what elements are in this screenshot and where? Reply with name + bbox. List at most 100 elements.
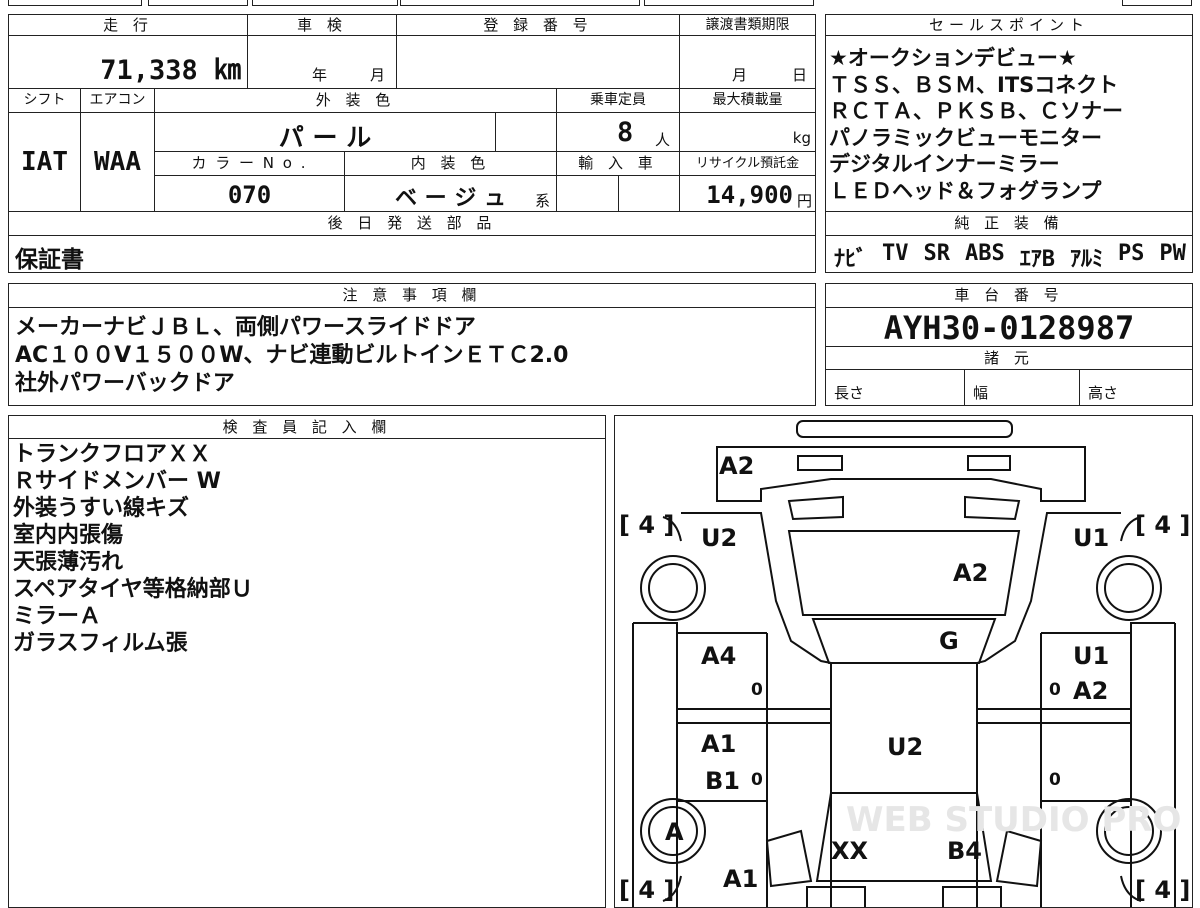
rear-light-left	[797, 455, 843, 471]
damage-left-front-door-1: A1	[701, 730, 736, 758]
load-unit: kg	[792, 129, 811, 147]
damage-hood-right: B4	[947, 837, 982, 865]
damage-rear-right: U1	[1073, 524, 1109, 552]
inspector-note-line: スペアタイヤ等格納部Ｕ	[13, 577, 253, 602]
inspection-year-unit: 年	[312, 66, 328, 84]
inspector-note-line: 室内内張傷	[13, 523, 124, 548]
transfer-day-unit: 日	[792, 66, 808, 84]
inspector-note-line: ガラスフィルム張	[13, 631, 188, 656]
color-no-value: 070	[227, 181, 272, 209]
right-side-outline	[1130, 622, 1176, 907]
interior-color-value: ベ ー ジ ュ	[395, 186, 506, 211]
wheel-rear-left-inner	[648, 563, 698, 613]
inspector-note-line: トランクフロアＸＸ	[13, 442, 212, 467]
spec-width-cell: 幅	[964, 369, 1080, 406]
recycle-fee-unit: 円	[796, 192, 812, 210]
damage-left-rear-door: A4	[701, 642, 736, 670]
exterior-color-value: パ ー ル	[278, 123, 372, 152]
wheel-rear-right-inner	[1104, 563, 1154, 613]
inspector-label: 検 査 員 記 入 欄	[8, 415, 606, 439]
import-label: 輸 入 車	[556, 151, 680, 176]
mileage-value: 71,338 ㎞	[100, 55, 241, 86]
registration-label: 登 録 番 号	[396, 14, 680, 36]
damage-right-rear-door-2: A2	[1073, 677, 1108, 705]
front-lamp-left	[806, 886, 866, 907]
chassis-value-cell: AYH30-0128987	[825, 307, 1193, 347]
spec-width-label: 幅	[973, 384, 989, 402]
shift-label: シフト	[8, 88, 81, 113]
inspector-note-line: 外装うすい線キズ	[13, 496, 190, 521]
exterior-color-extra-cell	[495, 112, 557, 152]
equipment-label: 純 正 装 備	[825, 211, 1193, 236]
specs-label: 諸 元	[825, 346, 1193, 370]
import-value-cell-1	[556, 175, 619, 212]
aircon-value: WAA	[94, 147, 141, 177]
equipment-items: ﾅﾋﾞ TV SR ABS ｴｱB ｱﾙﾐ PS PW	[834, 241, 1186, 273]
rear-light-right	[967, 455, 1011, 471]
rear-lamp-left	[787, 495, 844, 521]
aircon-value-cell: WAA	[80, 112, 155, 212]
capacity-label: 乗車定員	[556, 88, 680, 113]
spec-length-cell: 長さ	[825, 369, 965, 406]
damage-rear-left: U2	[701, 524, 737, 552]
max-load-label: 最大積載量	[679, 88, 816, 113]
equipment-item: ｴｱB	[1019, 247, 1055, 272]
registration-value-cell	[396, 35, 680, 89]
color-no-label: カ ラ ー N o .	[154, 151, 345, 176]
interior-color-value-cell: ベ ー ジ ュ 系	[344, 175, 557, 212]
max-load-value-cell: kg	[679, 112, 816, 152]
interior-color-suffix: 系	[535, 192, 551, 210]
note-line: 社外パワーバックドア	[15, 371, 235, 396]
left-side-outline	[632, 622, 678, 907]
equipment-item: PW	[1159, 241, 1186, 266]
later-parts-value: 保証書	[15, 247, 84, 273]
spec-height-label: 高さ	[1088, 384, 1119, 402]
recycle-fee-label: リサイクル預託金	[679, 151, 816, 176]
later-parts-label: 後 日 発 送 部 品	[8, 211, 816, 236]
equipment-item: ABS	[964, 241, 1005, 266]
interior-color-label: 内 装 色	[344, 151, 557, 176]
body-line-right	[976, 512, 1121, 907]
equipment-body: ﾅﾋﾞ TV SR ABS ｴｱB ｱﾙﾐ PS PW	[825, 235, 1193, 273]
exterior-color-value-cell: パ ー ル	[154, 112, 496, 152]
capacity-unit: 人	[655, 131, 671, 149]
note-line: メーカーナビＪＢＬ、両側パワースライドドア	[15, 315, 476, 340]
tire-count-top-left: [ 4 ]	[619, 511, 674, 539]
door-mark-right-rear: 0	[1049, 680, 1061, 700]
aircon-label: エアコン	[80, 88, 155, 113]
inspection-label: 車 検	[247, 14, 397, 36]
rear-handle	[796, 420, 1013, 438]
door-mark-left-rear: 0	[751, 680, 763, 700]
spec-height-cell: 高さ	[1079, 369, 1193, 406]
later-parts-value-cell: 保証書	[8, 235, 816, 273]
spec-length-label: 長さ	[834, 384, 865, 402]
body-line-left	[681, 512, 832, 907]
sales-point-item: ＴＳＳ、ＢＳＭ、ITSコネクト	[829, 72, 1119, 97]
chassis-value: AYH30-0128987	[883, 309, 1135, 347]
damage-right-rear-door-1: U1	[1073, 642, 1109, 670]
wheel-rear-left	[640, 555, 706, 621]
inspection-month-unit: 月	[370, 66, 386, 84]
rear-lamp-right	[964, 495, 1021, 521]
sales-point-item: パノラミックビューモニター	[829, 125, 1102, 150]
sales-points-label: セールスポイント	[825, 14, 1193, 36]
damage-left-front-wheel: A	[665, 818, 684, 846]
car-diagram: WEB STUDIO PRO [ 4 ] [ 4 ] [ 4 ] [ 4 ] A…	[614, 415, 1193, 908]
notes-list: メーカーナビＪＢＬ、両側パワースライドドア AC１００V１５００W、ナビ連動ビルト…	[15, 314, 568, 398]
equipment-item: SR	[923, 241, 950, 266]
transfer-month-unit: 月	[732, 66, 748, 84]
wheel-rear-right	[1096, 555, 1162, 621]
chassis-label: 車 台 番 号	[825, 283, 1193, 308]
damage-front-left: A1	[723, 865, 758, 893]
damage-left-front-door-2: B1	[705, 767, 740, 795]
sales-points-body: ★オークションデビュー★ ＴＳＳ、ＢＳＭ、ITSコネクト ＲＣＴＡ、ＰＫＳＢ、Ｃソナ…	[825, 35, 1193, 212]
sales-point-item: ★オークションデビュー★	[829, 46, 1077, 70]
top-strip	[0, 0, 1200, 8]
front-fender-left	[765, 829, 813, 888]
mileage-label: 走 行	[8, 14, 248, 36]
damage-hood-left: XX	[831, 837, 869, 865]
equipment-item: ｱﾙﾐ	[1069, 247, 1103, 272]
front-lamp-right	[942, 886, 1002, 907]
mileage-value-cell: 71,338 ㎞	[8, 35, 248, 89]
shift-value-cell: IAT	[8, 112, 81, 212]
